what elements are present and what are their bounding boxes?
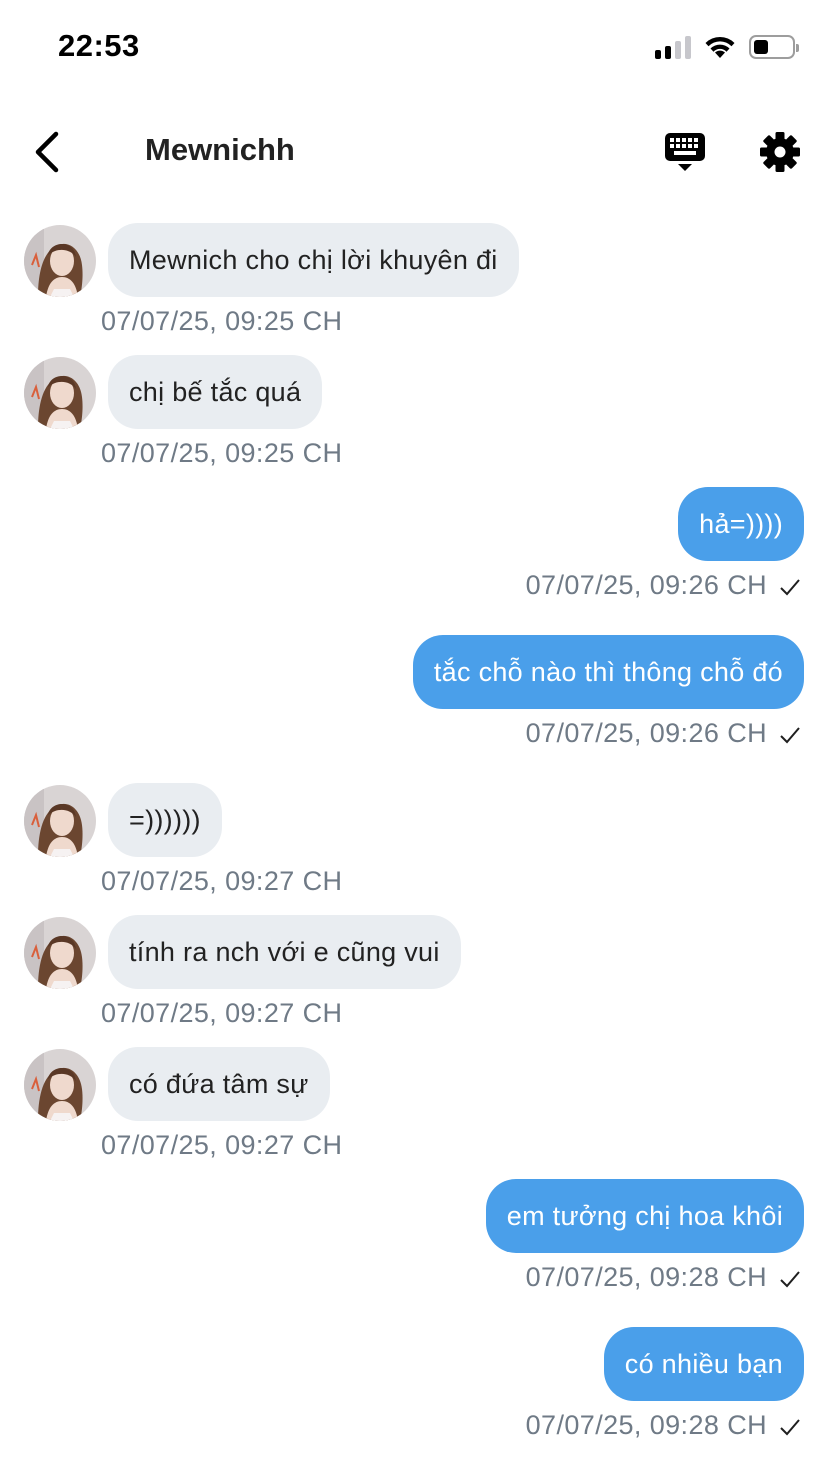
message-timestamp: 07/07/25, 09:26 CH bbox=[525, 718, 767, 748]
message-timestamp: 07/07/25, 09:27 CH bbox=[101, 998, 343, 1028]
avatar-image bbox=[24, 785, 96, 857]
message-bubble[interactable]: chị bế tắc quá bbox=[108, 355, 323, 429]
avatar[interactable] bbox=[24, 225, 96, 297]
avatar-image bbox=[24, 917, 96, 989]
contact-name[interactable]: Mewnichh bbox=[145, 132, 295, 168]
message-timestamp: 07/07/25, 09:26 CH bbox=[525, 570, 767, 600]
message-timestamp: 07/07/25, 09:28 CH bbox=[525, 1262, 767, 1292]
message-bubble[interactable]: hả=)))) bbox=[678, 487, 804, 561]
message-bubble[interactable]: Mewnich cho chị lời khuyên đi bbox=[108, 223, 519, 297]
gear-icon bbox=[760, 132, 800, 172]
message-timestamp: 07/07/25, 09:25 CH bbox=[101, 438, 343, 468]
checkmark-icon bbox=[780, 1419, 800, 1436]
status-icons bbox=[655, 34, 799, 60]
chevron-left-icon bbox=[35, 131, 59, 173]
message-timestamp: 07/07/25, 09:27 CH bbox=[101, 1130, 343, 1160]
avatar-image bbox=[24, 225, 96, 297]
keyboard-icon bbox=[665, 133, 705, 171]
avatar[interactable] bbox=[24, 917, 96, 989]
message-bubble[interactable]: có nhiều bạn bbox=[603, 1327, 804, 1401]
message-bubble[interactable]: =)))))) bbox=[108, 783, 222, 857]
checkmark-icon bbox=[780, 1271, 800, 1288]
checkmark-icon bbox=[780, 579, 800, 596]
message-timestamp: 07/07/25, 09:25 CH bbox=[101, 306, 343, 336]
back-button[interactable] bbox=[22, 124, 72, 180]
status-time: 22:53 bbox=[58, 28, 140, 63]
wifi-icon bbox=[705, 36, 735, 58]
keyboard-button[interactable] bbox=[660, 128, 710, 178]
message-bubble[interactable]: em tưởng chị hoa khôi bbox=[485, 1179, 804, 1253]
settings-button[interactable] bbox=[754, 126, 806, 178]
chat-header: Mewnichh bbox=[0, 110, 827, 194]
avatar-image bbox=[24, 357, 96, 429]
avatar-image bbox=[24, 1049, 96, 1121]
avatar[interactable] bbox=[24, 1049, 96, 1121]
message-timestamp: 07/07/25, 09:27 CH bbox=[101, 866, 343, 896]
message-timestamp: 07/07/25, 09:28 CH bbox=[525, 1410, 767, 1440]
message-bubble[interactable]: tính ra nch với e cũng vui bbox=[108, 915, 461, 989]
avatar[interactable] bbox=[24, 785, 96, 857]
message-bubble[interactable]: tắc chỗ nào thì thông chỗ đó bbox=[412, 635, 804, 709]
avatar[interactable] bbox=[24, 357, 96, 429]
battery-icon bbox=[749, 35, 799, 59]
cellular-signal-icon bbox=[655, 35, 691, 59]
message-bubble[interactable]: có đứa tâm sự bbox=[108, 1047, 330, 1121]
checkmark-icon bbox=[780, 727, 800, 744]
status-bar: 22:53 bbox=[0, 0, 827, 96]
